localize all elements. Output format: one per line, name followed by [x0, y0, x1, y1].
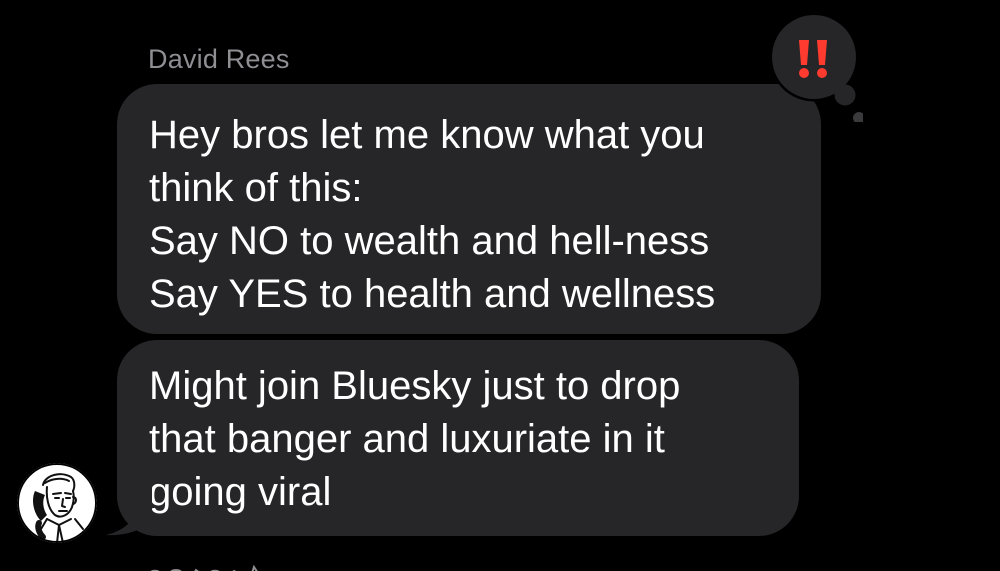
bubble-tail — [106, 482, 152, 536]
next-sender-name-peek — [150, 564, 258, 571]
avatar[interactable] — [17, 463, 97, 543]
double-exclamation-icon — [799, 40, 827, 78]
sender-name: David Rees — [148, 44, 290, 74]
message-bubble[interactable]: Might join Bluesky just to drop that ban… — [117, 340, 799, 536]
message-bubble[interactable]: Hey bros let me know what you think of t… — [117, 84, 821, 334]
